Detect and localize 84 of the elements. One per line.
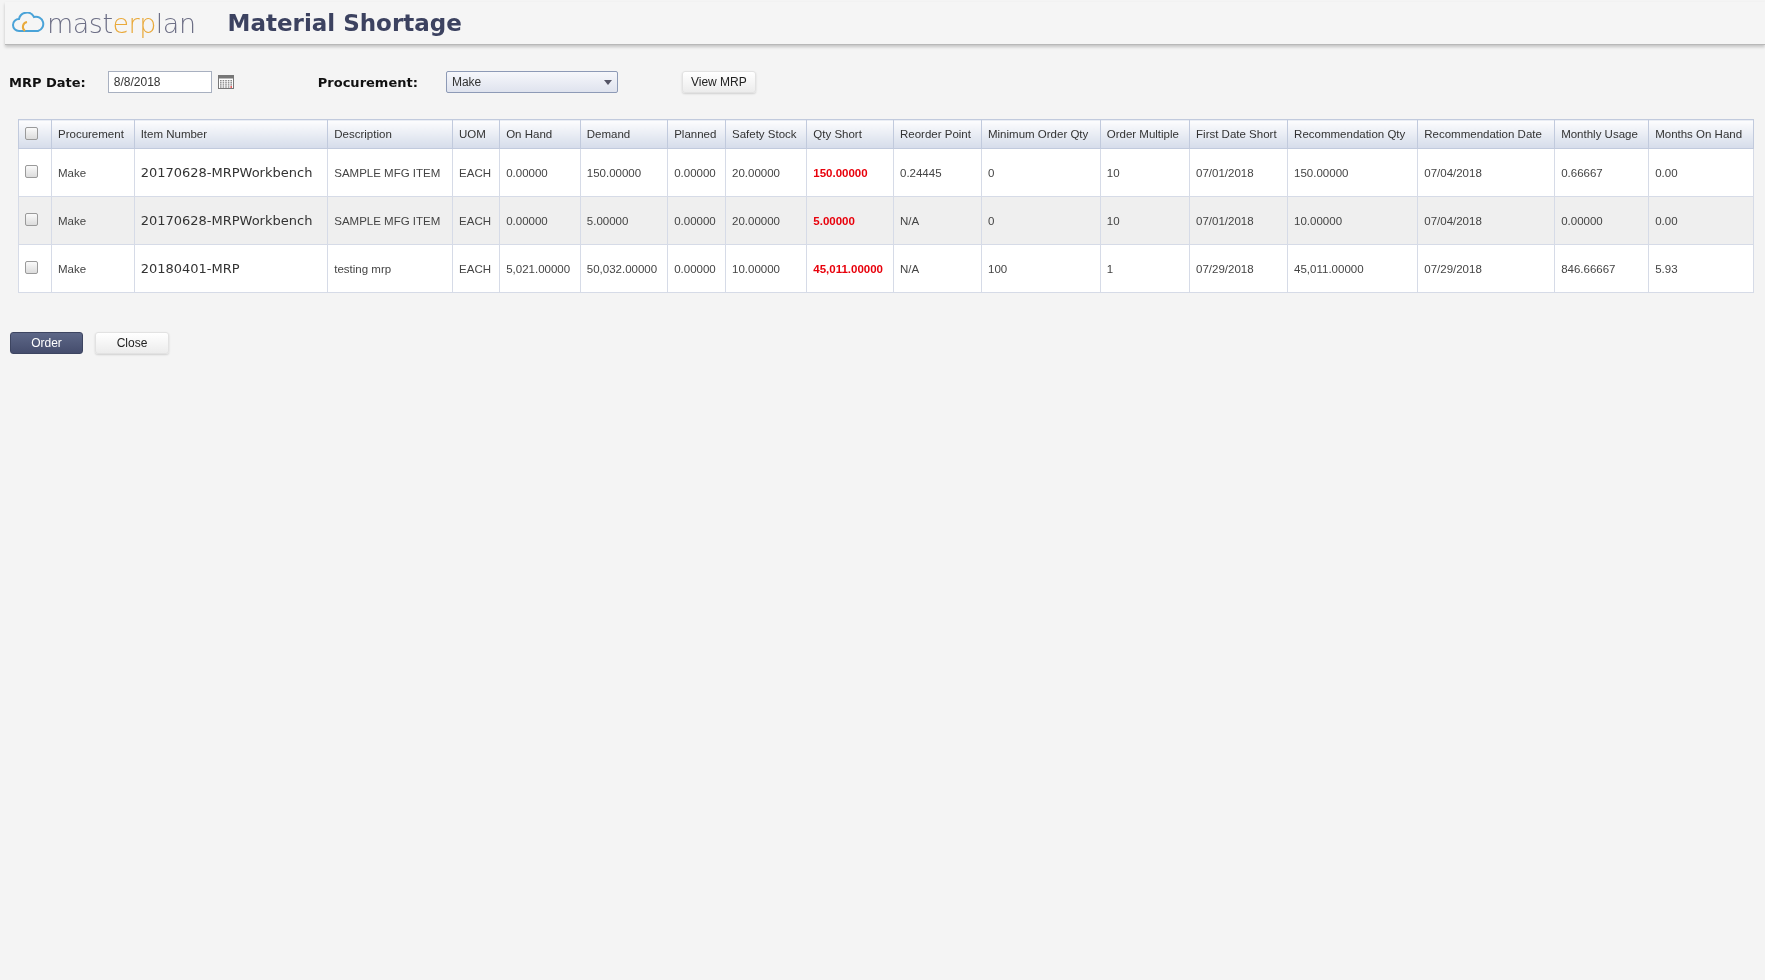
table-cell: 07/29/2018 (1189, 244, 1288, 293)
select-all-checkbox[interactable] (25, 126, 38, 140)
table-cell: 5,021.00000 (499, 244, 581, 293)
column-header[interactable]: Order Multiple (1100, 119, 1190, 149)
table-cell: 0.00000 (667, 244, 726, 293)
table-cell: Make (51, 244, 135, 293)
table-cell: 45,011.00000 (806, 244, 894, 293)
table-cell: 0.24445 (893, 148, 982, 197)
column-header[interactable]: Safety Stock (725, 119, 807, 149)
table-cell: 10.00000 (725, 244, 807, 293)
date-field[interactable]: 8/8/2018 (107, 71, 212, 93)
table-cell: 1 (1100, 244, 1190, 293)
table-cell: 5.93 (1648, 244, 1754, 293)
table-cell: Make (51, 148, 135, 197)
logo-text: masterplan (47, 7, 196, 39)
table-cell: 5.00000 (806, 196, 894, 245)
field-label: MRP Date: (9, 74, 86, 90)
column-header[interactable]: Recommendation Date (1417, 119, 1555, 149)
table-cell: N/A (893, 196, 982, 245)
column-header[interactable]: Demand (580, 119, 668, 149)
table-cell: 20170628-MRPWorkbench (134, 196, 328, 245)
column-header[interactable]: First Date Short (1189, 119, 1288, 149)
calendar-icon[interactable] (217, 75, 234, 89)
table-cell: 0.00000 (499, 148, 581, 197)
table-cell: 0.00000 (1554, 196, 1649, 245)
table-cell: EACH (452, 148, 500, 197)
column-header[interactable]: Months On Hand (1648, 119, 1754, 149)
table-cell: N/A (893, 244, 982, 293)
table-cell: 07/04/2018 (1417, 148, 1555, 197)
action-button[interactable]: Close (95, 332, 169, 354)
table-cell: 10 (1100, 196, 1190, 245)
table-cell: 0.66667 (1554, 148, 1649, 197)
row-checkbox[interactable] (25, 261, 38, 274)
procurement-dropdown[interactable]: Make (445, 71, 618, 93)
view-mrp-button[interactable]: View MRP (681, 71, 756, 93)
table-cell: 0.00000 (499, 196, 581, 245)
table-cell: 20.00000 (725, 148, 807, 197)
table-cell: 07/29/2018 (1417, 244, 1555, 293)
table-cell: 10.00000 (1287, 196, 1418, 245)
table-cell: 5.00000 (580, 196, 668, 245)
dropdown-caret-icon (603, 79, 612, 85)
table-cell: 20170628-MRPWorkbench (134, 148, 328, 197)
page-title: Material Shortage (227, 10, 462, 36)
table-cell: SAMPLE MFG ITEM (327, 148, 453, 197)
table-cell: EACH (452, 196, 500, 245)
table-cell: 20180401-MRP (134, 244, 328, 293)
table-cell: 45,011.00000 (1287, 244, 1418, 293)
table-cell: 0 (981, 196, 1101, 245)
table-cell: testing mrp (327, 244, 453, 293)
row-checkbox[interactable] (25, 165, 38, 178)
column-header[interactable]: Item Number (134, 119, 328, 149)
table-cell: 0.00000 (667, 196, 726, 245)
column-header[interactable]: Monthly Usage (1554, 119, 1649, 149)
table-cell: 100 (981, 244, 1101, 293)
column-header[interactable]: UOM (452, 119, 500, 149)
table-cell: 07/01/2018 (1189, 148, 1288, 197)
column-header[interactable]: On Hand (499, 119, 581, 149)
column-header[interactable]: Planned (667, 119, 726, 149)
column-header[interactable]: Recommendation Qty (1287, 119, 1418, 149)
table-cell: 07/01/2018 (1189, 196, 1288, 245)
table-cell: 0.00 (1648, 148, 1754, 197)
table-cell: 0.00000 (667, 148, 726, 197)
table-cell: 20.00000 (725, 196, 807, 245)
column-header[interactable]: Description (327, 119, 453, 149)
column-header[interactable]: Procurement (51, 119, 135, 149)
table-cell: 10 (1100, 148, 1190, 197)
table-cell: 150.00000 (806, 148, 894, 197)
table-cell: 0 (981, 148, 1101, 197)
cloud-logo-icon (11, 12, 45, 34)
column-header[interactable]: Qty Short (806, 119, 894, 149)
table-cell: 150.00000 (580, 148, 668, 197)
table-cell: 0.00 (1648, 196, 1754, 245)
table-cell: 846.66667 (1554, 244, 1649, 293)
table-cell: Make (51, 196, 135, 245)
table-cell: 150.00000 (1287, 148, 1418, 197)
column-header[interactable]: Minimum Order Qty (981, 119, 1101, 149)
table-cell: 50,032.00000 (580, 244, 668, 293)
table-cell: EACH (452, 244, 500, 293)
table-cell: SAMPLE MFG ITEM (327, 196, 453, 245)
action-button[interactable]: Order (10, 332, 83, 354)
field-label: Procurement: (317, 74, 418, 90)
row-checkbox[interactable] (25, 213, 38, 226)
column-header[interactable]: Reorder Point (893, 119, 982, 149)
table-cell: 07/04/2018 (1417, 196, 1555, 245)
